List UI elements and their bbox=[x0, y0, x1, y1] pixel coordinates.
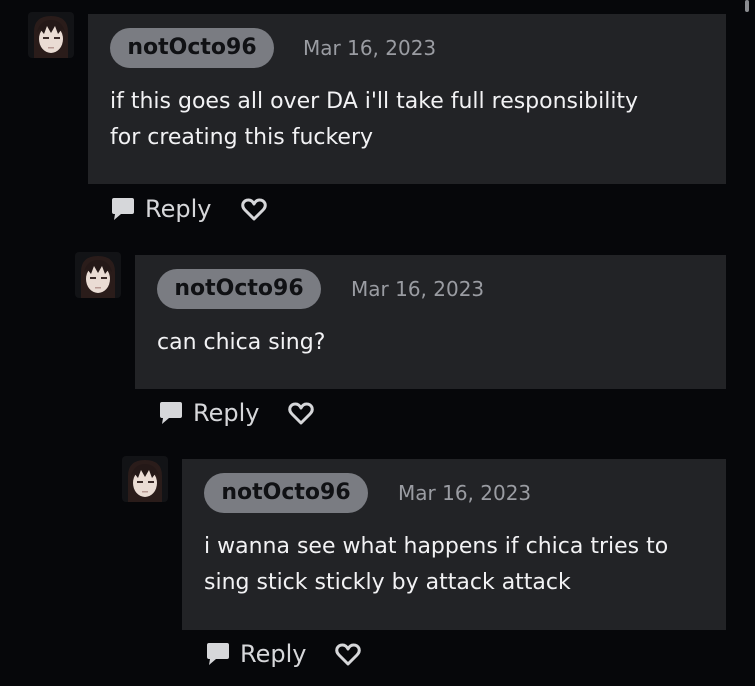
avatar[interactable] bbox=[122, 456, 168, 502]
comment-2: notOcto96 Mar 16, 2023 can chica sing? R… bbox=[0, 240, 755, 440]
comment-text-line-2: sing stick stickly by attack attack bbox=[204, 570, 571, 595]
reply-button[interactable]: Reply bbox=[110, 192, 211, 226]
heart-icon[interactable] bbox=[334, 641, 362, 669]
reply-label: Reply bbox=[145, 195, 212, 223]
username-badge[interactable]: notOcto96 bbox=[110, 28, 274, 68]
avatar[interactable] bbox=[75, 252, 121, 298]
speech-bubble-icon bbox=[110, 197, 136, 221]
comment-text-line-2: for creating this fuckery bbox=[110, 125, 374, 150]
comment-thread: notOcto96 Mar 16, 2023 if this goes all … bbox=[0, 0, 755, 686]
comment-text-line-1: can chica sing? bbox=[157, 330, 326, 355]
comment-card: notOcto96 Mar 16, 2023 i wanna see what … bbox=[182, 459, 726, 630]
comment-1: notOcto96 Mar 16, 2023 if this goes all … bbox=[0, 0, 755, 240]
avatar[interactable] bbox=[28, 12, 74, 58]
reply-button[interactable]: Reply bbox=[158, 396, 259, 430]
username-badge[interactable]: notOcto96 bbox=[204, 473, 368, 513]
comment-text-line-1: if this goes all over DA i'll take full … bbox=[110, 89, 639, 114]
comment-card: notOcto96 Mar 16, 2023 if this goes all … bbox=[88, 14, 726, 184]
comment-card: notOcto96 Mar 16, 2023 can chica sing? bbox=[135, 255, 726, 389]
heart-icon[interactable] bbox=[287, 400, 315, 428]
speech-bubble-icon bbox=[158, 401, 184, 425]
comment-date[interactable]: Mar 16, 2023 bbox=[303, 28, 436, 68]
heart-icon[interactable] bbox=[240, 196, 268, 224]
reply-button[interactable]: Reply bbox=[205, 637, 306, 671]
reply-label: Reply bbox=[193, 399, 260, 427]
speech-bubble-icon bbox=[205, 642, 231, 666]
comment-text-line-1: i wanna see what happens if chica tries … bbox=[204, 534, 669, 559]
comment-3: notOcto96 Mar 16, 2023 i wanna see what … bbox=[0, 440, 755, 686]
comment-date[interactable]: Mar 16, 2023 bbox=[398, 473, 531, 513]
reply-label: Reply bbox=[240, 640, 307, 668]
username-badge[interactable]: notOcto96 bbox=[157, 269, 321, 309]
comment-date[interactable]: Mar 16, 2023 bbox=[351, 269, 484, 309]
scrollbar-thumb[interactable] bbox=[745, 0, 749, 12]
